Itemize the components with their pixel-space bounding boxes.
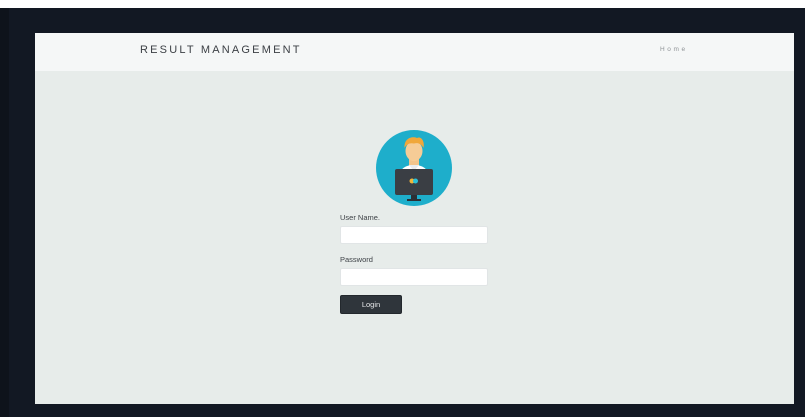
screen: RESULT MANAGEMENT Home User Name. Passwo… — [0, 0, 805, 417]
login-button[interactable]: Login — [340, 295, 402, 314]
password-input[interactable] — [340, 268, 488, 286]
brand-title[interactable]: RESULT MANAGEMENT — [140, 44, 302, 56]
page: RESULT MANAGEMENT Home User Name. Passwo… — [35, 33, 794, 404]
password-label: Password — [340, 255, 373, 264]
top-strip — [0, 0, 805, 8]
user-at-computer-icon — [376, 130, 452, 206]
navbar: RESULT MANAGEMENT Home — [35, 33, 794, 71]
username-input[interactable] — [340, 226, 488, 244]
nav-home-link[interactable]: Home — [660, 46, 688, 53]
username-label: User Name. — [340, 213, 381, 222]
